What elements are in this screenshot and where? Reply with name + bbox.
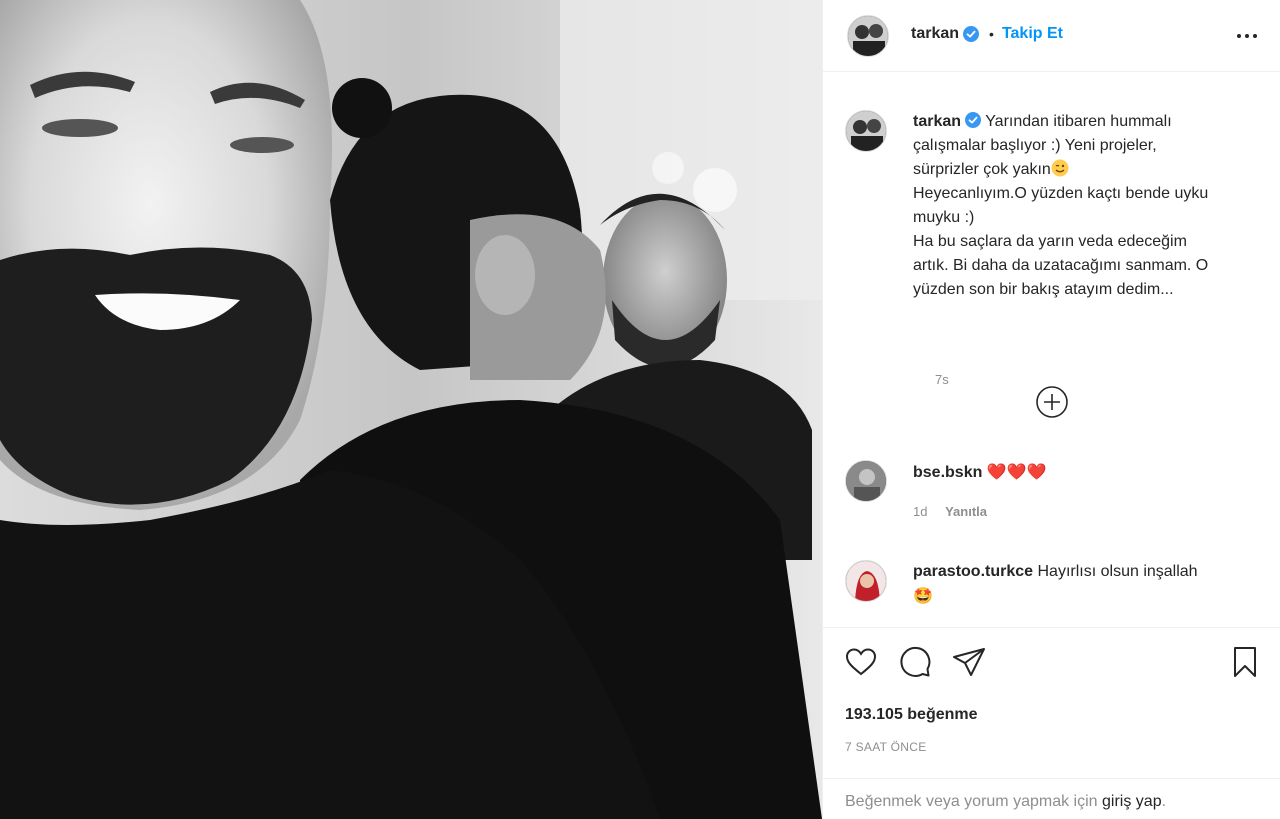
caption-body: tarkan Yarından itibaren hummalı çalışma… [913,110,1273,302]
caption-line: sürprizler çok yakın [913,161,1051,178]
caption-username[interactable]: tarkan [913,113,961,130]
author-username[interactable]: tarkan [911,25,959,43]
more-options-icon[interactable] [1233,24,1261,48]
comment-icon[interactable] [897,644,933,680]
winking-face-emoji-icon [1051,159,1069,177]
comment-body: bse.bskn ❤️❤️❤️ [913,460,1253,485]
avatar-photo-icon [846,561,886,601]
verified-badge-icon [963,26,980,42]
reply-button[interactable]: Yanıtla [945,504,987,519]
caption-avatar[interactable] [845,110,887,152]
caption-line: artık. Bi daha da uzatacağımı sanmam. O [913,257,1209,274]
caption-line-0-wrap: tarkan Yarından itibaren hummalı [913,110,1273,134]
post-photo[interactable] [0,0,822,819]
comment-text: ❤️❤️❤️ [986,462,1047,481]
caption-line: Heyecanlıyım.O yüzden kaçtı bende uyku [913,185,1209,202]
commenter-username[interactable]: parastoo.turkce [913,563,1033,580]
heart-icon[interactable] [843,644,879,680]
caption-line-wrap: sürprizler çok yakın [913,158,1273,182]
avatar-photo-icon [846,111,886,151]
comment-meta: 1d Yanıtla [913,504,987,519]
separator-dot: • [989,26,994,42]
post-sidebar: tarkan • Takip Et tarkan Yarından itibar… [822,0,1280,819]
comment-emoji: 🤩 [913,586,933,605]
caption-line: yüzden son bir bakış atayım dedim... [913,281,1174,298]
avatar-photo-icon [846,461,886,501]
caption-line: Yarından itibaren hummalı [985,113,1172,130]
commenter-avatar[interactable] [845,460,887,502]
follow-button[interactable]: Takip Et [1002,25,1063,43]
comment-body: parastoo.turkce Hayırlısı olsun inşallah… [913,560,1253,609]
commenter-username[interactable]: bse.bskn [913,464,982,481]
login-prompt-text: Beğenmek veya yorum yapmak için [845,793,1098,810]
post-actions: 193.105 beğenme 7 SAAT ÖNCE Beğenmek vey… [823,627,1280,819]
post-image [0,0,822,819]
commenter-avatar[interactable] [845,560,887,602]
bookmark-icon[interactable] [1227,644,1263,680]
login-prompt: Beğenmek veya yorum yapmak için giriş ya… [823,778,1280,819]
caption-line: Ha bu saçlara da yarın veda edeceğim [913,233,1187,250]
comment-time[interactable]: 1d [913,504,927,519]
login-link[interactable]: giriş yap [1102,793,1162,810]
login-prompt-suffix: . [1161,793,1167,810]
caption-timestamp[interactable]: 7s [935,372,949,387]
post-header: tarkan • Takip Et [823,0,1280,72]
post-timestamp[interactable]: 7 SAAT ÖNCE [845,740,927,754]
avatar-photo-icon [848,16,888,56]
load-more-comments-icon[interactable] [1034,384,1070,420]
comments-section: tarkan Yarından itibaren hummalı çalışma… [823,72,1280,627]
comment-text: Hayırlısı olsun inşallah [1037,563,1198,580]
author-avatar[interactable] [847,15,889,57]
author-line: tarkan • Takip Et [911,25,1063,43]
caption-line: çalışmalar başlıyor :) Yeni projeler, [913,137,1157,154]
caption-line: muyku :) [913,209,975,226]
share-icon[interactable] [951,644,987,680]
like-count[interactable]: 193.105 beğenme [845,706,978,724]
verified-badge-icon [965,112,982,128]
